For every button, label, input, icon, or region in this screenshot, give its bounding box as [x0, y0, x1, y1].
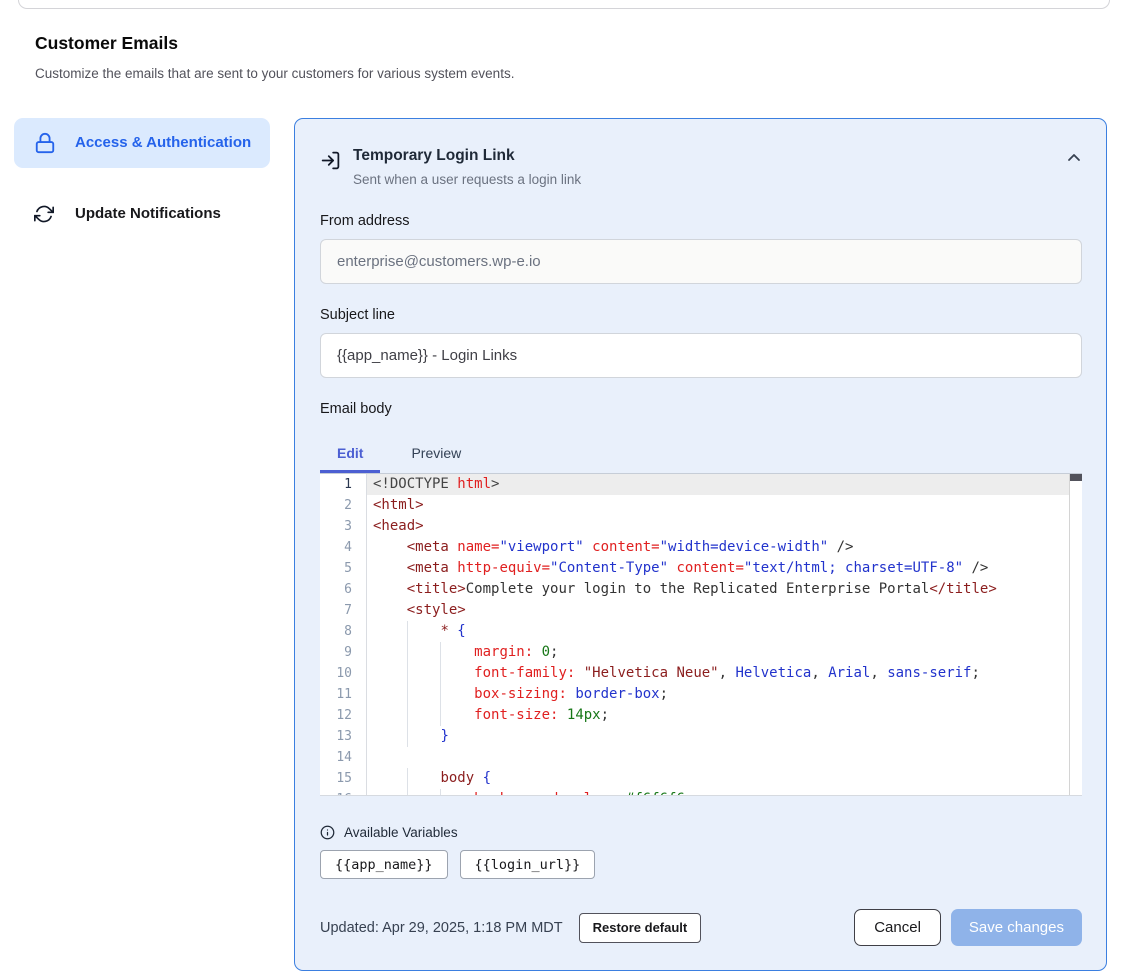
- code-line: 14: [320, 747, 1082, 768]
- code-text: * {: [367, 621, 1082, 642]
- subject-line-input[interactable]: [320, 333, 1082, 378]
- chevron-up-icon: [1066, 151, 1082, 163]
- code-line: 8 * {: [320, 621, 1082, 642]
- code-text: <meta http-equiv="Content-Type" content=…: [367, 558, 1082, 579]
- email-body-label: Email body: [320, 401, 1082, 417]
- code-line: 4 <meta name="viewport" content="width=d…: [320, 537, 1082, 558]
- cancel-button[interactable]: Cancel: [854, 909, 941, 946]
- page-subtitle: Customize the emails that are sent to yo…: [35, 66, 1093, 81]
- code-text: <meta name="viewport" content="width=dev…: [367, 537, 1082, 558]
- code-line: 7 <style>: [320, 600, 1082, 621]
- code-line: 9 margin: 0;: [320, 642, 1082, 663]
- from-address-label: From address: [320, 213, 1082, 229]
- line-number: 4: [320, 537, 367, 558]
- code-text: box-sizing: border-box;: [367, 684, 1082, 705]
- code-text: body {: [367, 768, 1082, 789]
- line-number: 7: [320, 600, 367, 621]
- line-number: 15: [320, 768, 367, 789]
- page-title: Customer Emails: [35, 33, 1093, 54]
- editor-scrollbar-thumb[interactable]: [1070, 474, 1082, 481]
- code-text: font-family: "Helvetica Neue", Helvetica…: [367, 663, 1082, 684]
- line-number: 11: [320, 684, 367, 705]
- info-icon: [320, 825, 335, 840]
- sidebar-item-label: Update Notifications: [75, 202, 221, 226]
- from-address-input[interactable]: [320, 239, 1082, 284]
- updated-timestamp: Updated: Apr 29, 2025, 1:18 PM MDT: [320, 920, 563, 936]
- line-number: 1: [320, 474, 367, 495]
- code-text: <!DOCTYPE html>: [367, 474, 1082, 495]
- login-icon: [320, 150, 341, 190]
- code-line: 1<!DOCTYPE html>: [320, 474, 1082, 495]
- line-number: 16: [320, 789, 367, 796]
- editor-scrollbar[interactable]: [1069, 474, 1082, 795]
- line-number: 6: [320, 579, 367, 600]
- line-number: 5: [320, 558, 367, 579]
- code-line: 12 font-size: 14px;: [320, 705, 1082, 726]
- line-number: 10: [320, 663, 367, 684]
- variable-chips: {{app_name}} {{login_url}}: [320, 850, 1082, 879]
- tab-preview[interactable]: Preview: [394, 437, 478, 473]
- collapse-panel-button[interactable]: [1066, 151, 1082, 163]
- email-body-tabs: Edit Preview: [320, 437, 1082, 474]
- line-number: 13: [320, 726, 367, 747]
- line-number: 12: [320, 705, 367, 726]
- code-text: [367, 747, 1082, 768]
- code-line: 15 body {: [320, 768, 1082, 789]
- code-line: 3<head>: [320, 516, 1082, 537]
- line-number: 3: [320, 516, 367, 537]
- variable-chip[interactable]: {{app_name}}: [320, 850, 448, 879]
- code-text: background-color: #f6f6f6;: [367, 789, 1082, 796]
- code-line: 11 box-sizing: border-box;: [320, 684, 1082, 705]
- code-text: <title>Complete your login to the Replic…: [367, 579, 1082, 600]
- code-text: <html>: [367, 495, 1082, 516]
- code-line: 2<html>: [320, 495, 1082, 516]
- code-line: 16 background-color: #f6f6f6;: [320, 789, 1082, 796]
- previous-card-edge: [18, 0, 1110, 9]
- line-number: 2: [320, 495, 367, 516]
- variable-chip[interactable]: {{login_url}}: [460, 850, 596, 879]
- code-text: <style>: [367, 600, 1082, 621]
- code-text: }: [367, 726, 1082, 747]
- email-types-sidebar: Access & Authentication Update Notificati…: [14, 118, 270, 239]
- code-text: <head>: [367, 516, 1082, 537]
- available-variables-label: Available Variables: [344, 825, 458, 840]
- temporary-login-link-panel: Temporary Login Link Sent when a user re…: [294, 118, 1107, 971]
- code-line: 10 font-family: "Helvetica Neue", Helvet…: [320, 663, 1082, 684]
- refresh-icon: [34, 204, 56, 224]
- subject-line-label: Subject line: [320, 307, 1082, 323]
- code-line: 5 <meta http-equiv="Content-Type" conten…: [320, 558, 1082, 579]
- restore-default-button[interactable]: Restore default: [579, 913, 702, 943]
- line-number: 14: [320, 747, 367, 768]
- code-line: 13 }: [320, 726, 1082, 747]
- sidebar-item-access-authentication[interactable]: Access & Authentication: [14, 118, 270, 168]
- tab-edit[interactable]: Edit: [320, 437, 380, 473]
- line-number: 8: [320, 621, 367, 642]
- code-editor[interactable]: 1<!DOCTYPE html>2<html>3<head>4 <meta na…: [320, 474, 1082, 796]
- code-line: 6 <title>Complete your login to the Repl…: [320, 579, 1082, 600]
- sidebar-item-update-notifications[interactable]: Update Notifications: [14, 189, 270, 239]
- sidebar-item-label: Access & Authentication: [75, 131, 251, 155]
- code-text: font-size: 14px;: [367, 705, 1082, 726]
- line-number: 9: [320, 642, 367, 663]
- code-text: margin: 0;: [367, 642, 1082, 663]
- save-changes-button[interactable]: Save changes: [951, 909, 1082, 946]
- panel-subtitle: Sent when a user requests a login link: [353, 170, 1054, 190]
- lock-icon: [34, 132, 56, 154]
- panel-title: Temporary Login Link: [353, 145, 1054, 167]
- code-editor-content: 1<!DOCTYPE html>2<html>3<head>4 <meta na…: [320, 474, 1082, 796]
